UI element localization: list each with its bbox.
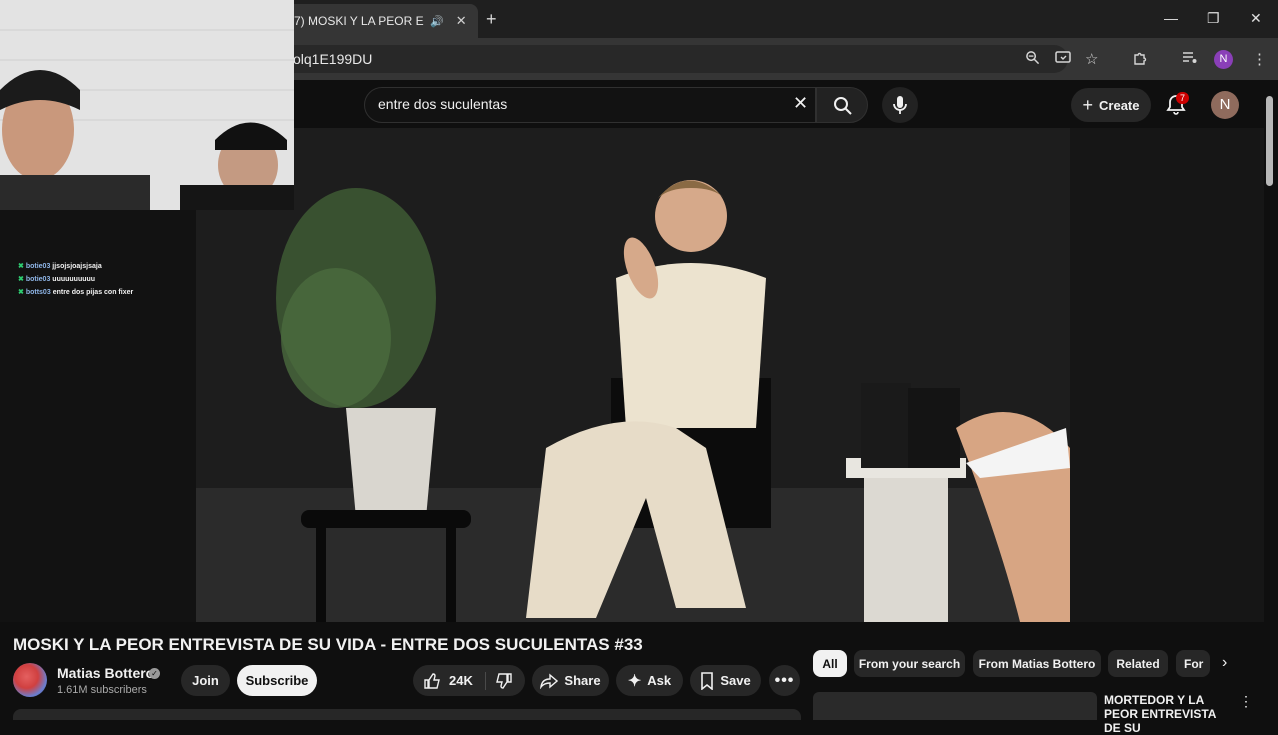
tab-title: 7) MOSKI Y LA PEOR ENTR — [294, 14, 424, 28]
save-label: Save — [720, 673, 751, 688]
search-clear-icon[interactable]: ✕ — [793, 93, 808, 114]
video-scene-image — [196, 128, 1070, 622]
address-bar[interactable] — [260, 45, 1068, 73]
video-frame[interactable] — [196, 128, 1070, 622]
browser-profile-avatar[interactable]: N — [1214, 50, 1233, 69]
subscribe-label: Subscribe — [245, 673, 309, 688]
create-button[interactable]: + Create — [1071, 88, 1151, 122]
extensions-icon[interactable] — [1132, 50, 1148, 70]
player-side-dark-area — [1070, 128, 1264, 622]
chat-message: ✖ botie03 uuuuuuuuuu — [18, 276, 96, 283]
description-box[interactable] — [13, 709, 801, 720]
microphone-icon — [893, 96, 907, 114]
chip-partial[interactable]: For — [1176, 650, 1210, 677]
channel-avatar[interactable] — [13, 663, 47, 697]
share-button[interactable]: Share — [532, 665, 609, 696]
save-button[interactable]: Save — [690, 665, 761, 696]
share-icon — [540, 672, 559, 689]
chip-all[interactable]: All — [813, 650, 847, 677]
join-button[interactable]: Join — [181, 665, 230, 696]
ask-button[interactable]: ✦ Ask — [616, 665, 683, 696]
window-close-icon[interactable]: ✕ — [1250, 10, 1262, 27]
chevron-right-icon[interactable]: › — [1222, 654, 1227, 672]
plus-icon: + — [1082, 94, 1094, 115]
recommendation-title[interactable]: MORTEDOR Y LA PEOR ENTREVISTA DE SU — [1104, 693, 1232, 735]
verified-check-icon: ✓ — [149, 668, 160, 679]
voice-search-button[interactable] — [882, 87, 918, 123]
share-label: Share — [564, 673, 601, 688]
zoom-icon[interactable] — [1025, 50, 1040, 69]
tab-close-icon[interactable]: ✕ — [456, 13, 467, 29]
bookmark-star-icon[interactable]: ☆ — [1085, 50, 1098, 68]
recommendation-thumbnail[interactable] — [813, 692, 1097, 720]
chat-message: ✖ botts03 entre dos pijas con fixer — [18, 289, 134, 296]
cast-icon[interactable] — [1055, 50, 1071, 69]
more-horizontal-icon: ••• — [774, 671, 795, 689]
pedestal-image — [846, 383, 966, 622]
like-button[interactable]: 24K — [423, 671, 486, 690]
streamer-webcam-overlay — [0, 0, 294, 210]
channel-name[interactable]: Matias Bottero — [57, 665, 154, 681]
user-avatar[interactable]: N — [1211, 91, 1239, 119]
video-title: MOSKI Y LA PEOR ENTREVISTA DE SU VIDA - … — [13, 635, 643, 654]
chip-from-your-search[interactable]: From your search — [854, 650, 965, 677]
speaker-icon[interactable]: 🔊 — [430, 15, 444, 28]
more-actions-button[interactable]: ••• — [769, 665, 800, 696]
search-icon — [834, 97, 852, 115]
ask-label: Ask — [647, 673, 672, 688]
stream-chat-overlay: ✖ botie03 jjsojsjoajsjsaja ✖ botie03 uuu… — [18, 260, 133, 299]
like-count: 24K — [449, 673, 473, 688]
subscriber-count: 1.61M subscribers — [57, 684, 147, 696]
notification-count-badge: 7 — [1176, 92, 1190, 104]
browser-tab-active[interactable]: 7) MOSKI Y LA PEOR ENTR 🔊 ✕ — [282, 4, 478, 38]
page-scrollbar[interactable] — [1266, 96, 1273, 186]
dislike-button[interactable] — [486, 672, 513, 690]
search-button[interactable] — [816, 87, 868, 123]
thumbs-down-icon — [495, 672, 512, 689]
more-vertical-icon[interactable]: ⋮ — [1239, 693, 1253, 710]
sparkle-icon: ✦ — [627, 672, 642, 690]
minimize-icon[interactable]: — — [1164, 10, 1178, 26]
like-dislike-group: 24K — [413, 665, 525, 696]
chip-from-channel[interactable]: From Matias Bottero — [973, 650, 1101, 677]
media-control-icon[interactable] — [1182, 50, 1198, 68]
search-input[interactable]: entre dos suculentas — [378, 96, 507, 112]
new-tab-button[interactable]: + — [486, 9, 497, 30]
bookmark-icon — [701, 671, 714, 690]
browser-menu-icon[interactable]: ⋮ — [1252, 50, 1267, 68]
url-text[interactable]: olq1E199DU — [293, 51, 372, 67]
chat-message: ✖ botie03 jjsojsjoajsjsaja — [18, 263, 102, 270]
chip-related[interactable]: Related — [1108, 650, 1168, 677]
join-label: Join — [192, 673, 219, 688]
subscribe-button[interactable]: Subscribe — [237, 665, 317, 696]
restore-icon[interactable]: ❐ — [1207, 10, 1220, 27]
thumbs-up-icon — [424, 672, 440, 689]
create-label: Create — [1099, 97, 1140, 113]
